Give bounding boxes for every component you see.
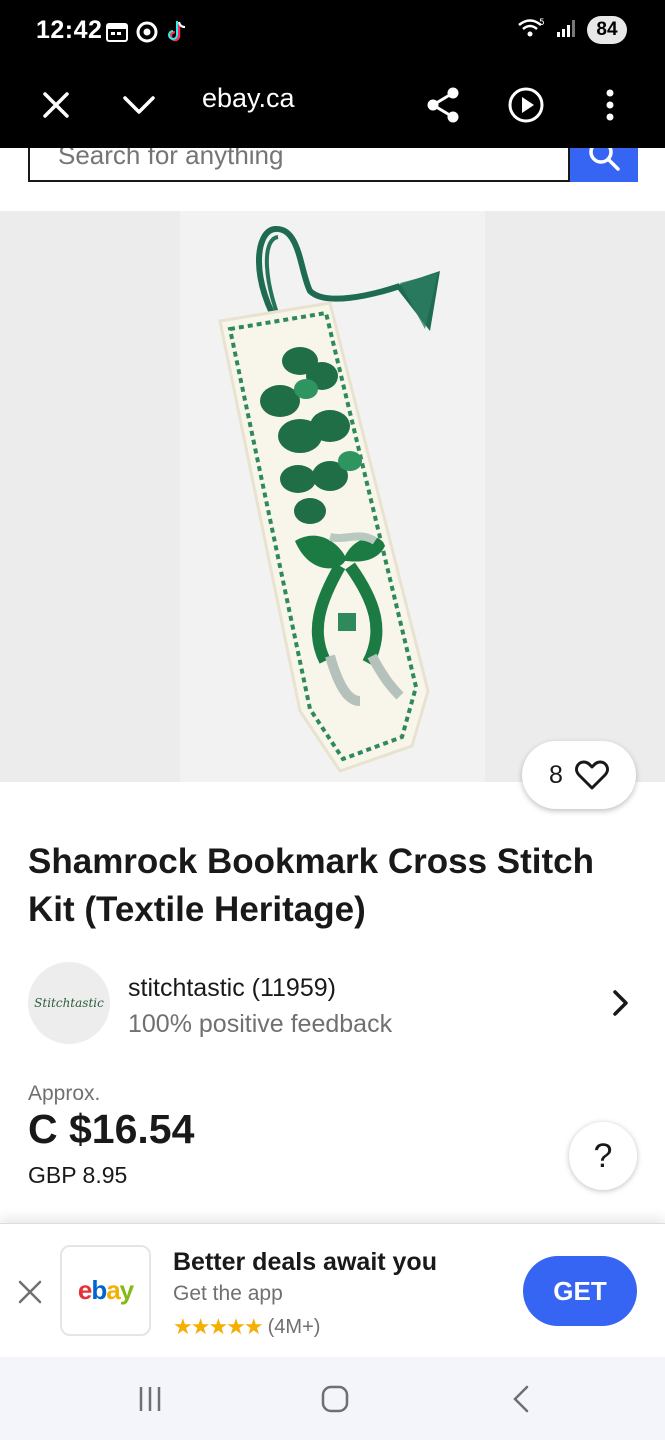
url-text[interactable]: ebay.ca [202,83,295,114]
banner-title: Better deals await you [173,1248,437,1276]
search-button[interactable] [570,148,638,182]
search-input[interactable] [28,148,570,182]
close-icon [18,1280,42,1304]
signal-icon [557,19,577,42]
chevron-right-icon [613,990,628,1016]
browser-toolbar: ebay.ca [0,62,665,148]
more-menu-button[interactable] [584,79,636,131]
close-tab-button[interactable] [30,79,82,131]
rating-count: (4M+) [267,1315,321,1338]
wifi-icon: 5 [517,17,547,44]
get-app-button[interactable]: GET [523,1256,637,1326]
product-image[interactable] [0,211,665,782]
help-button[interactable]: ? [569,1122,637,1190]
minimize-button[interactable] [113,79,165,131]
seller-info-row[interactable]: Stitchtastic stitchtastic (11959) 100% p… [28,962,638,1046]
status-bar: 12:42 5 84 [0,0,665,62]
close-icon [43,92,69,118]
tiktok-icon [166,20,188,49]
battery-indicator: 84 [587,16,627,44]
chrome-icon [136,21,158,48]
seller-name: stitchtastic (11959) [128,974,336,1002]
heart-icon [574,760,609,790]
svg-text:5: 5 [539,18,545,28]
price-original: GBP 8.95 [28,1162,128,1188]
back-button[interactable] [502,1379,542,1419]
watchlist-button[interactable]: 8 [522,741,636,809]
calendar-icon [106,22,128,47]
ebay-app-logo: ebay [60,1245,151,1336]
watch-count: 8 [549,760,563,789]
status-system-icons: 5 84 [517,16,627,44]
status-notification-icons [106,20,188,49]
search-bar [28,148,638,183]
recent-apps-button[interactable] [130,1379,170,1419]
app-rating: ★★★★★ (4M+) [173,1314,320,1340]
help-icon: ? [593,1136,613,1175]
seller-logo-text: Stitchtastic [34,996,104,1010]
chevron-down-icon [123,96,155,114]
bookmark-photo [180,211,485,782]
play-button[interactable] [500,79,552,131]
seller-feedback: 100% positive feedback [128,1010,393,1038]
more-vert-icon [606,89,614,121]
approx-label: Approx. [28,1082,101,1105]
home-icon [321,1385,349,1413]
app-download-banner: ebay Better deals await you Get the app … [0,1223,665,1357]
recent-apps-icon [139,1387,161,1411]
banner-close-button[interactable] [12,1274,48,1310]
banner-subtitle: Get the app [173,1282,283,1305]
back-icon [513,1385,529,1413]
home-button[interactable] [315,1379,355,1419]
price-converted: C $16.54 [28,1106,195,1152]
status-time: 12:42 [36,16,103,44]
product-title: Shamrock Bookmark Cross Stitch Kit (Text… [28,842,595,929]
star-rating-icon: ★★★★★ [173,1314,264,1339]
search-icon [589,148,620,171]
share-icon [427,87,459,123]
share-button[interactable] [417,79,469,131]
seller-avatar: Stitchtastic [28,962,110,1044]
system-nav-bar [0,1357,665,1440]
play-circle-icon [508,87,544,123]
